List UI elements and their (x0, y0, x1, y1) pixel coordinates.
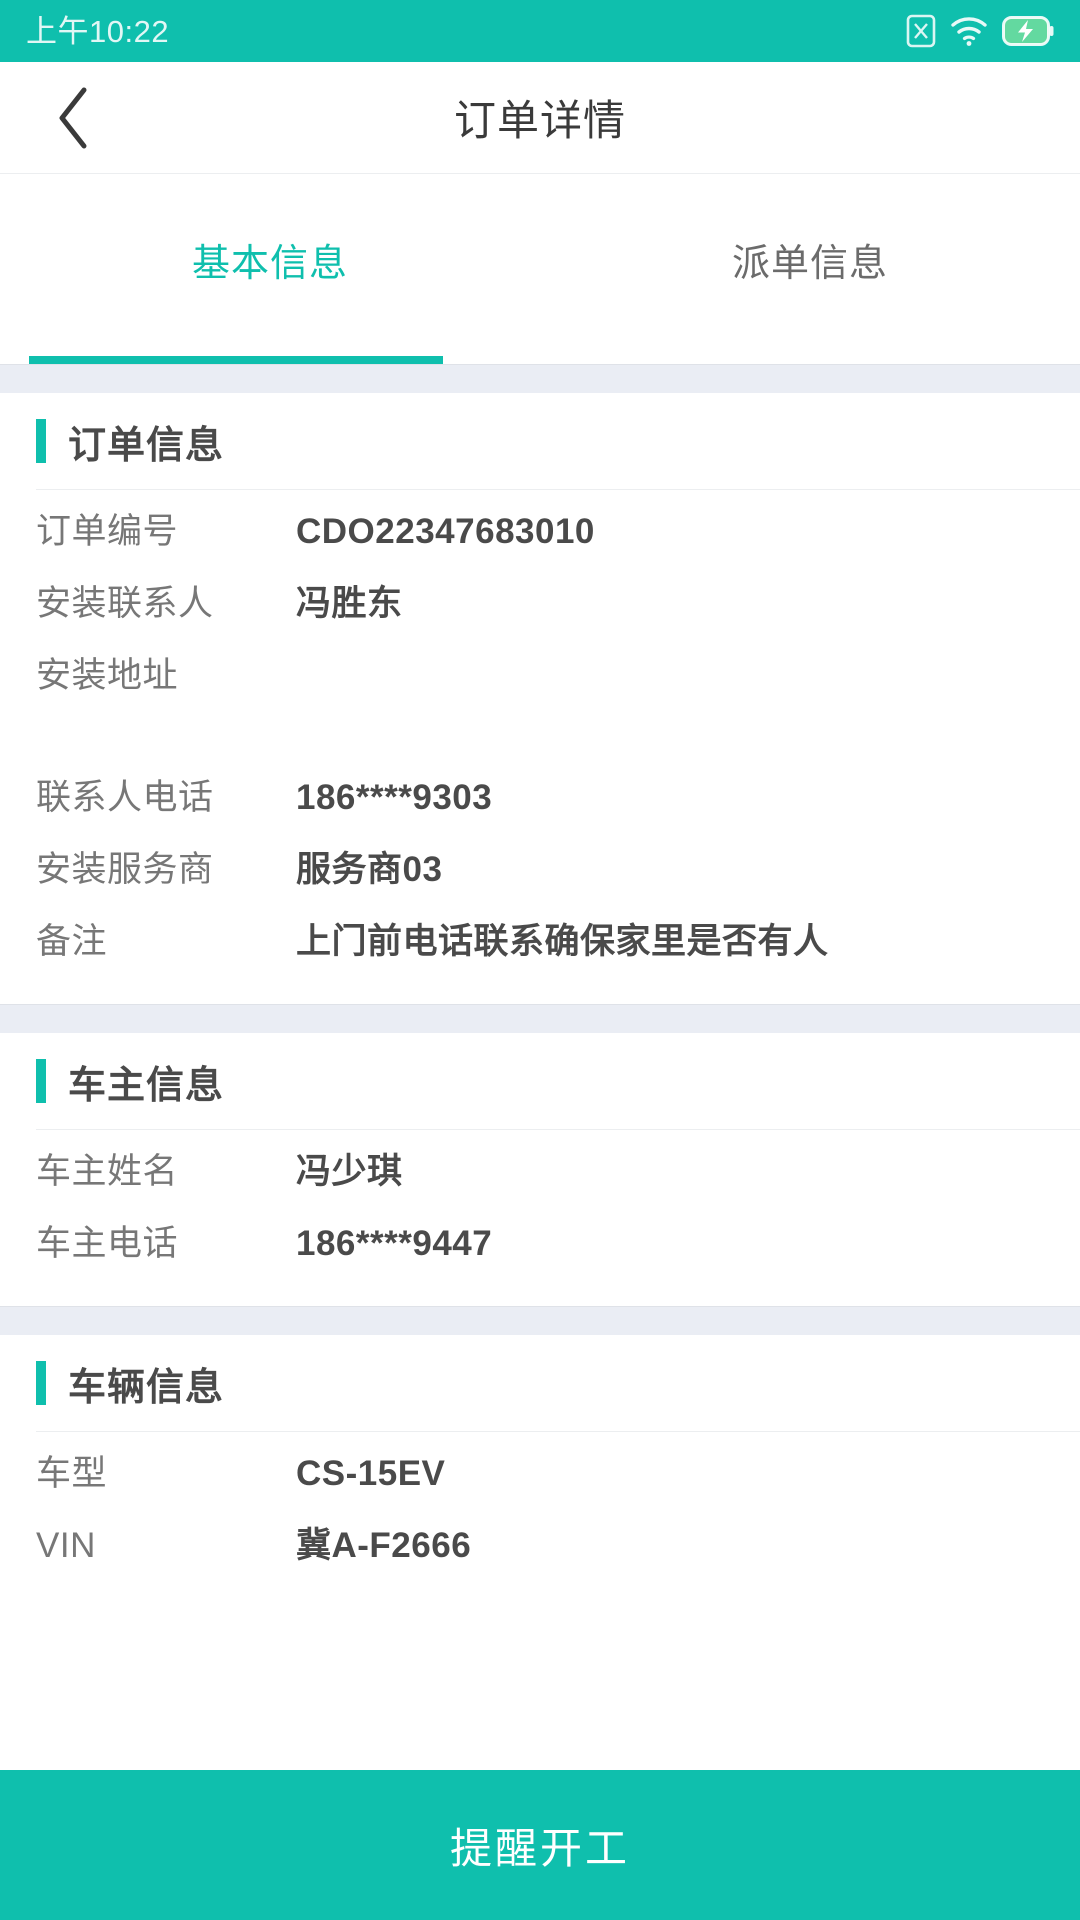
row-vehicle-model-value: CS-15EV (296, 1454, 446, 1493)
row-owner-phone: 车主电话 186****9447 (0, 1208, 1080, 1280)
section-order-info-rows: 订单编号 CDO22347683010 安装联系人 冯胜东 安装地址 联系人电话 (0, 490, 1080, 978)
tab-active-indicator (29, 356, 443, 364)
row-owner-name: 车主姓名 冯少琪 (0, 1136, 1080, 1208)
page-title: 订单详情 (453, 97, 626, 144)
row-vehicle-vin: VIN 冀A-F2666 (0, 1510, 1080, 1582)
row-vehicle-vin-value: 冀A-F2666 (296, 1526, 472, 1565)
section-gap-band (0, 1004, 1080, 1033)
row-install-address: 安装地址 (0, 640, 1080, 762)
row-owner-name-label: 车主姓名 (36, 1152, 179, 1191)
tab-dispatch-info[interactable]: 派单信息 (540, 174, 1080, 364)
row-install-provider-label: 安装服务商 (36, 850, 214, 889)
back-button[interactable] (26, 62, 122, 173)
status-icon-group (906, 14, 1054, 48)
tab-basic-info[interactable]: 基本信息 (0, 174, 540, 364)
remind-start-work-button[interactable]: 提醒开工 (0, 1770, 1080, 1920)
status-bar: 上午10:22 (0, 0, 1080, 62)
row-install-contact: 安装联系人 冯胜东 (0, 568, 1080, 640)
section-gap-band (0, 364, 1080, 393)
row-vehicle-vin-label: VIN (36, 1526, 96, 1565)
section-owner-info-rows: 车主姓名 冯少琪 车主电话 186****9447 (0, 1130, 1080, 1280)
section-vehicle-info-title: 车辆信息 (68, 1366, 225, 1409)
section-owner-info-header: 车主信息 (0, 1033, 1080, 1129)
row-order-number-value: CDO22347683010 (296, 512, 595, 551)
row-owner-phone-label: 车主电话 (36, 1224, 179, 1263)
row-vehicle-model-label: 车型 (36, 1454, 108, 1493)
section-vehicle-info-rows: 车型 CS-15EV VIN 冀A-F2666 (0, 1432, 1080, 1582)
section-order-info-title: 订单信息 (68, 424, 225, 467)
row-contact-phone-label: 联系人电话 (36, 778, 214, 817)
section-vehicle-info-header: 车辆信息 (0, 1335, 1080, 1431)
section-order-info-header: 订单信息 (0, 393, 1080, 489)
row-install-address-label: 安装地址 (36, 656, 179, 695)
row-owner-name-value: 冯少琪 (296, 1152, 403, 1191)
section-vehicle-info: 车辆信息 车型 CS-15EV VIN 冀A-F2666 (0, 1335, 1080, 1582)
status-time: 上午10:22 (26, 13, 170, 49)
sim-off-icon (906, 14, 936, 48)
row-order-number-label: 订单编号 (36, 512, 179, 551)
tab-bar: 基本信息 派单信息 (0, 174, 1080, 364)
row-install-contact-label: 安装联系人 (36, 584, 214, 623)
chevron-left-icon (54, 86, 94, 150)
row-install-provider: 安装服务商 服务商03 (0, 834, 1080, 906)
remind-start-work-label: 提醒开工 (449, 1824, 630, 1872)
section-owner-info-title: 车主信息 (68, 1064, 225, 1107)
section-order-info: 订单信息 订单编号 CDO22347683010 安装联系人 冯胜东 安装地址 (0, 393, 1080, 978)
section-accent-bar-icon (36, 1059, 46, 1103)
tab-dispatch-info-label: 派单信息 (731, 243, 888, 285)
section-accent-bar-icon (36, 1361, 46, 1405)
phone-screen: 上午10:22 订单详情 基本信息 派单信息 订单信息 订单编号 CDO2234… (0, 0, 1080, 1920)
detail-scroll-area[interactable]: 订单信息 订单编号 CDO22347683010 安装联系人 冯胜东 安装地址 (0, 364, 1080, 1770)
row-contact-phone-value: 186****9303 (296, 778, 493, 817)
section-owner-info: 车主信息 车主姓名 冯少琪 车主电话 186****9447 (0, 1033, 1080, 1280)
row-install-address-value (296, 640, 1044, 656)
row-contact-phone: 联系人电话 186****9303 (0, 762, 1080, 834)
row-install-provider-value: 服务商03 (296, 850, 443, 889)
row-order-number: 订单编号 CDO22347683010 (0, 496, 1080, 568)
nav-bar: 订单详情 (0, 62, 1080, 174)
row-remark-value: 上门前电话联系确保家里是否有人 (296, 922, 829, 961)
section-gap-band (0, 1306, 1080, 1335)
battery-charging-icon (1002, 16, 1054, 46)
row-remark: 备注 上门前电话联系确保家里是否有人 (0, 906, 1080, 978)
row-vehicle-model: 车型 CS-15EV (0, 1438, 1080, 1510)
row-owner-phone-value: 186****9447 (296, 1224, 493, 1263)
section-accent-bar-icon (36, 419, 46, 463)
row-remark-label: 备注 (36, 922, 108, 961)
tab-basic-info-label: 基本信息 (191, 243, 348, 285)
wifi-icon (950, 15, 988, 47)
row-install-contact-value: 冯胜东 (296, 584, 403, 623)
